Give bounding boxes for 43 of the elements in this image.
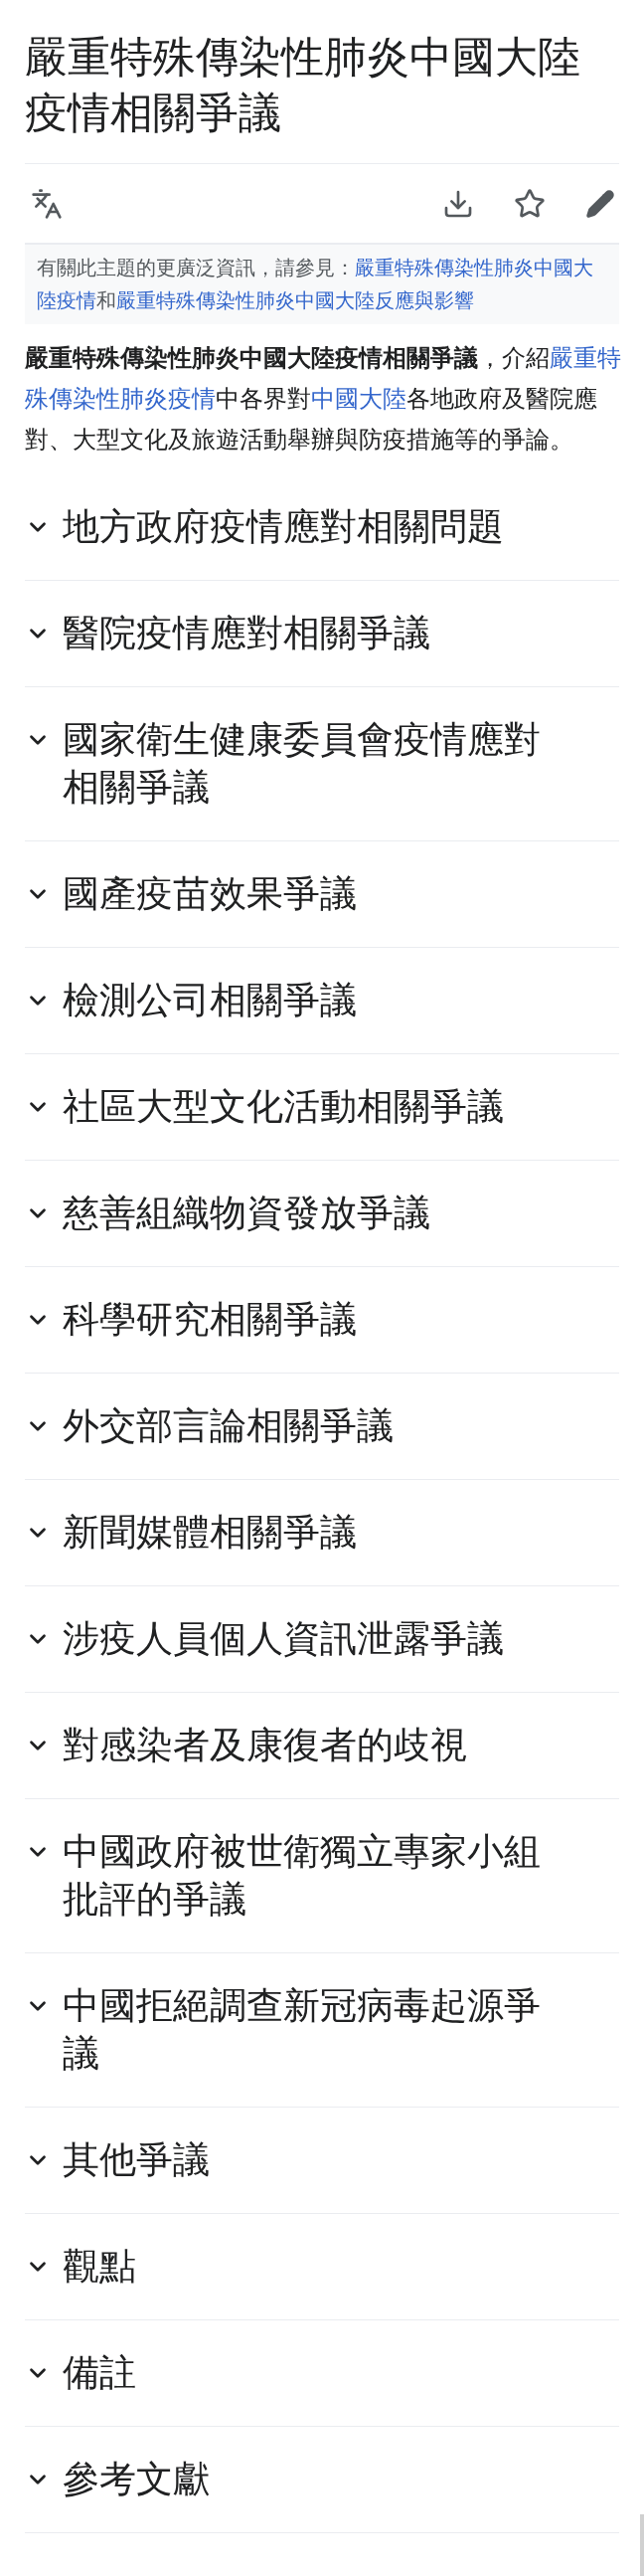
section-header[interactable]: 涉疫人員個人資訊泄露爭議 bbox=[25, 1586, 619, 1693]
section-title: 中國拒絕調查新冠病毒起源爭議 bbox=[63, 1984, 542, 2076]
language-icon[interactable] bbox=[31, 187, 63, 220]
section-header[interactable]: 參考文獻 bbox=[25, 2427, 619, 2533]
section-header[interactable]: 觀點 bbox=[25, 2214, 619, 2320]
section-title: 觀點 bbox=[63, 2245, 137, 2289]
section-title: 科學研究相關爭議 bbox=[63, 1298, 358, 1342]
section-header[interactable]: 醫院疫情應對相關爭議 bbox=[25, 581, 619, 687]
lead-paragraph: 嚴重特殊傳染性肺炎中國大陸疫情相關爭議，介紹嚴重特殊傳染性肺炎疫情中各界對中國大陸各地政府及醫院應對、大型文化及旅遊活動舉辦與防疫措施等的爭論。 bbox=[25, 344, 621, 455]
section-title: 中國政府被世衛獨立專家小組批評的爭議 bbox=[63, 1830, 542, 1922]
section-title: 社區大型文化活動相關爭議 bbox=[63, 1085, 505, 1129]
section-title: 醫院疫情應對相關爭議 bbox=[63, 612, 431, 655]
star-icon[interactable] bbox=[514, 187, 546, 220]
section-header[interactable]: 國家衛生健康委員會疫情應對相關爭議 bbox=[25, 687, 619, 841]
section-title: 參考文獻 bbox=[63, 2458, 211, 2501]
section-title: 檢測公司相關爭議 bbox=[63, 979, 358, 1022]
section-header[interactable]: 國產疫苗效果爭議 bbox=[25, 841, 619, 948]
section-header[interactable]: 中國拒絕調查新冠病毒起源爭議 bbox=[25, 1953, 619, 2108]
section-title: 慈善組織物資發放爭議 bbox=[63, 1192, 431, 1235]
section-header[interactable]: 備註 bbox=[25, 2320, 619, 2427]
section-title: 對感染者及康復者的歧視 bbox=[63, 1724, 468, 1767]
section-header[interactable]: 地方政府疫情應對相關問題 bbox=[25, 474, 619, 581]
section-title: 新聞媒體相關爭議 bbox=[63, 1511, 358, 1555]
edit-icon[interactable] bbox=[585, 188, 615, 219]
section-header[interactable]: 社區大型文化活動相關爭議 bbox=[25, 1054, 619, 1161]
section-header[interactable]: 對感染者及康復者的歧視 bbox=[25, 1693, 619, 1799]
section-title: 涉疫人員個人資訊泄露爭議 bbox=[63, 1617, 505, 1661]
section-header[interactable]: 中國政府被世衛獨立專家小組批評的爭議 bbox=[25, 1799, 619, 1953]
section-header[interactable]: 檢測公司相關爭議 bbox=[25, 948, 619, 1054]
section-header[interactable]: 其他爭議 bbox=[25, 2108, 619, 2214]
section-header[interactable]: 科學研究相關爭議 bbox=[25, 1267, 619, 1374]
section-title: 外交部言論相關爭議 bbox=[63, 1404, 395, 1448]
section-title: 地方政府疫情應對相關問題 bbox=[63, 505, 505, 549]
section-header[interactable]: 新聞媒體相關爭議 bbox=[25, 1480, 619, 1586]
section-title: 國家衛生健康委員會疫情應對相關爭議 bbox=[63, 718, 542, 810]
scrollbar[interactable] bbox=[640, 2514, 644, 2576]
section-header[interactable]: 慈善組織物資發放爭議 bbox=[25, 1161, 619, 1267]
section-title: 其他爭議 bbox=[63, 2138, 211, 2182]
section-title: 備註 bbox=[63, 2351, 137, 2395]
section-header[interactable]: 外交部言論相關爭議 bbox=[25, 1374, 619, 1480]
section-title: 國產疫苗效果爭議 bbox=[63, 872, 358, 916]
page-title: 嚴重特殊傳染性肺炎中國大陸疫情相關爭議 bbox=[25, 33, 581, 138]
hatnote: 有關此主題的更廣泛資訊，請參見：嚴重特殊傳染性肺炎中國大陸疫情和嚴重特殊傳染性肺炎中國大陸反應與影響 bbox=[25, 243, 619, 324]
